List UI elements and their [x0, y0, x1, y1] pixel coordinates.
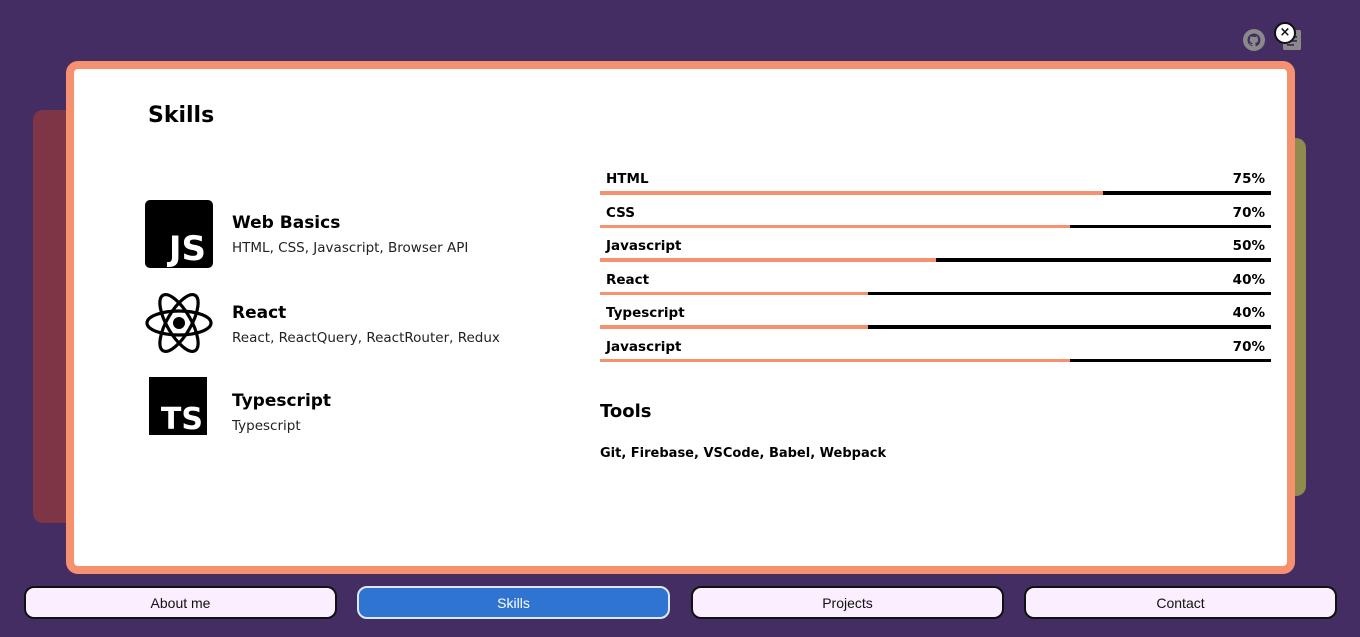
- skill-bar-label: Javascript: [606, 338, 682, 355]
- skill-bar-label: Javascript: [606, 238, 682, 255]
- modal-title: Skills: [148, 103, 215, 128]
- skill-name: Web Basics: [232, 213, 341, 233]
- bottom-nav: About me Skills Projects Contact: [0, 586, 1360, 620]
- skill-name: React: [232, 303, 287, 323]
- skill-description: React, ReactQuery, ReactRouter, Redux: [232, 330, 500, 346]
- close-button[interactable]: ×: [1274, 22, 1296, 44]
- skill-bar-label: React: [606, 271, 650, 288]
- skills-modal: Skills JS Web Basics HTML, CSS, Javascri…: [66, 61, 1295, 574]
- skill-bar-percent: 40%: [1232, 305, 1265, 322]
- skill-description: HTML, CSS, Javascript, Browser API: [232, 240, 469, 256]
- skill-name: Typescript: [232, 391, 332, 411]
- skill-bar-percent: 70%: [1232, 204, 1265, 221]
- nav-skills-button[interactable]: Skills: [357, 586, 670, 619]
- skill-bars: HTML 75% CSS 70% Javascript 50% React 40…: [600, 161, 1271, 363]
- top-icons: ×: [1240, 22, 1310, 54]
- nav-contact-button[interactable]: Contact: [1024, 586, 1337, 619]
- skill-description: Typescript: [232, 418, 301, 434]
- nav-projects-button[interactable]: Projects: [691, 586, 1004, 619]
- tools-list: Git, Firebase, VSCode, Babel, Webpack: [600, 446, 887, 461]
- nav-about-me-button[interactable]: About me: [24, 586, 337, 619]
- skill-item-web-basics: JS Web Basics HTML, CSS, Javascript, Bro…: [144, 199, 564, 279]
- tools-title: Tools: [600, 401, 652, 422]
- skill-bar-fill: [600, 358, 1070, 363]
- skill-bar: Javascript 50%: [600, 228, 1271, 262]
- github-icon[interactable]: [1242, 28, 1266, 52]
- skill-bar: HTML 75%: [600, 161, 1271, 195]
- react-icon: [145, 293, 213, 353]
- svg-text:JS: JS: [167, 229, 206, 269]
- skill-bar: Javascript 70%: [600, 329, 1271, 363]
- skill-bar-percent: 50%: [1232, 238, 1265, 255]
- skill-bar-percent: 40%: [1232, 271, 1265, 288]
- skill-bar-track: [600, 358, 1271, 363]
- skill-item-typescript: TS Typescript Typescript: [144, 377, 564, 457]
- skill-bar-percent: 75%: [1232, 171, 1265, 187]
- skill-item-react: React React, ReactQuery, ReactRouter, Re…: [144, 289, 564, 369]
- javascript-icon: JS: [145, 200, 213, 269]
- skill-bar-label: CSS: [606, 204, 635, 221]
- skill-bar-label: HTML: [606, 171, 649, 187]
- skill-bar-label: Typescript: [606, 305, 685, 322]
- typescript-icon: TS: [149, 377, 207, 437]
- svg-text:TS: TS: [161, 402, 203, 437]
- skill-bar: CSS 70%: [600, 195, 1271, 229]
- skill-bar: React 40%: [600, 262, 1271, 296]
- skill-bar-percent: 70%: [1232, 338, 1265, 355]
- skill-bar: Typescript 40%: [600, 295, 1271, 329]
